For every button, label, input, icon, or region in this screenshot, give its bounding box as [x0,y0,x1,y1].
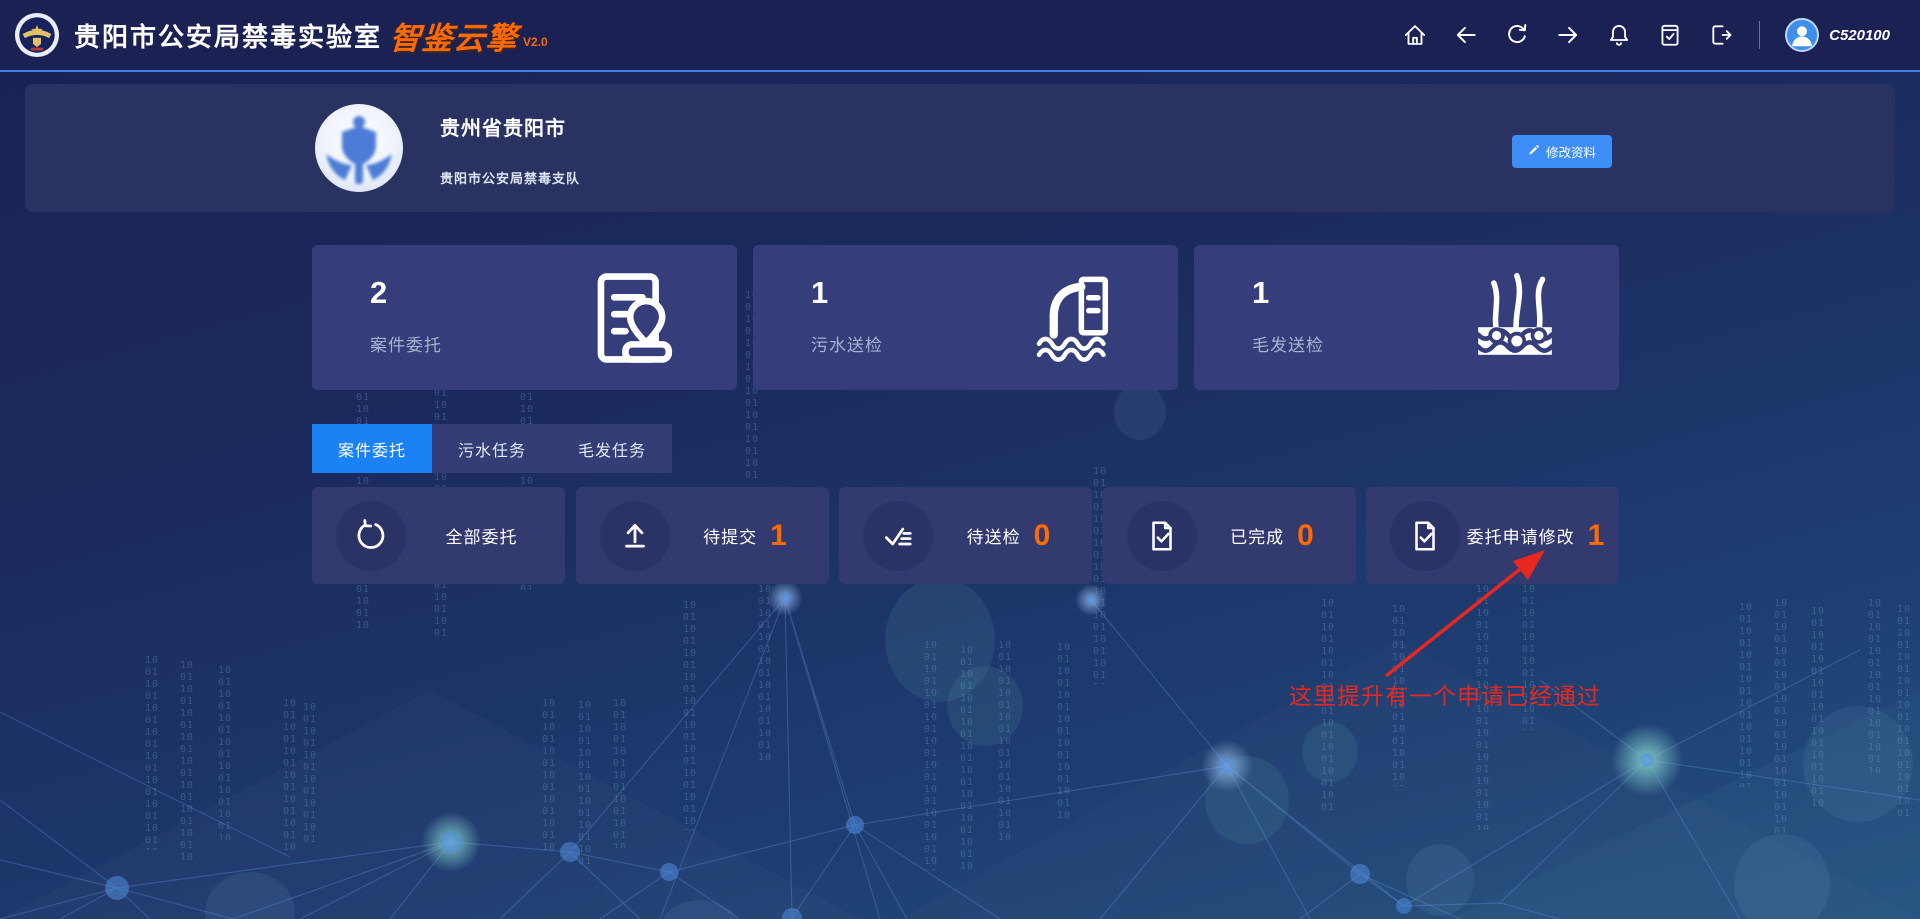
binary-rain-column: 10 01 10 01 10 01 10 01 10 01 10 01 10 0… [681,600,699,830]
stat-card-sewage[interactable]: 1 污水送检 [753,245,1178,390]
user-avatar [1785,18,1819,52]
tab-case-commission[interactable]: 案件委托 [312,424,432,473]
binary-rain-column: 10 01 10 01 10 01 10 01 10 01 10 01 10 0… [143,655,161,850]
todo-check-button[interactable] [1657,22,1683,48]
binary-rain-column: 10 01 10 01 10 01 10 01 10 01 10 01 10 0… [540,698,558,853]
upload-icon [600,501,670,571]
document-check-icon [1390,501,1460,571]
binary-rain-column: 10 01 10 01 10 01 10 01 10 01 10 01 10 0… [1737,602,1755,787]
tab-hair-task[interactable]: 毛发任务 [552,424,672,473]
logout-button[interactable] [1708,22,1734,48]
tab-sewage-task[interactable]: 污水任务 [432,424,552,473]
filter-all-commissions[interactable]: 全部委托 [312,487,565,584]
stat-cards: 2 案件委托 1 污水送检 [312,245,1619,390]
binary-rain-column: 10 01 10 01 10 01 10 01 10 01 10 01 10 0… [996,640,1014,840]
back-button[interactable] [1453,22,1479,48]
checklist-icon [863,501,933,571]
binary-rain-column: 10 01 10 01 10 01 10 01 10 01 10 01 10 0… [756,560,774,760]
filter-pending-inspection[interactable]: 待送检 0 [839,487,1092,584]
filter-label: 委托申请修改 [1467,523,1575,548]
stat-card-hair[interactable]: 1 毛发送检 [1194,245,1619,390]
filter-label: 已完成 [1230,523,1284,548]
brand-area: 贵阳市公安局禁毒实验室 智鉴云擎 V2.0 [14,12,548,58]
filter-count: 1 [1588,521,1605,551]
reset-icon [336,501,406,571]
edit-profile-button[interactable]: 修改资料 [1512,135,1612,168]
stat-value: 1 [1252,275,1269,311]
binary-rain-column: 10 01 10 01 10 01 10 01 10 01 10 01 10 0… [216,665,234,840]
header-divider [1759,21,1760,49]
binary-rain-column: 10 01 10 01 10 01 10 01 10 01 10 01 10 0… [1866,598,1884,773]
profile-region-name: 贵州省贵阳市 [440,112,566,141]
annotation-text: 这里提升有一个申请已经通过 [1289,677,1601,711]
app: 10 01 10 01 10 01 10 01 10 01 10 01 10 0… [0,0,1920,919]
edit-profile-label: 修改资料 [1546,142,1596,161]
version-label: V2.0 [523,35,548,49]
user-menu[interactable]: C520100 [1785,18,1890,52]
profile-avatar [315,104,403,192]
binary-rain-column: 10 01 10 01 10 01 10 01 10 01 10 01 10 0… [1809,606,1827,806]
stat-label: 案件委托 [370,331,442,356]
filter-count: 1 [770,521,787,551]
home-button[interactable] [1402,22,1428,48]
filter-count: 0 [1297,521,1314,551]
forward-button[interactable] [1555,22,1581,48]
stat-value: 2 [370,275,387,311]
case-document-icon [587,269,679,367]
filter-label: 待提交 [703,523,757,548]
filter-completed[interactable]: 已完成 0 [1103,487,1356,584]
stat-label: 毛发送检 [1252,331,1324,356]
header-actions: C520100 [1402,18,1890,52]
stat-card-case[interactable]: 2 案件委托 [312,245,737,390]
document-check-icon [1127,501,1197,571]
profile-panel: 贵州省贵阳市 贵阳市公安局禁毒支队 修改资料 [25,84,1895,212]
binary-rain-column: 10 01 10 01 10 01 10 01 10 01 10 01 10 0… [178,660,196,865]
pencil-icon [1528,144,1540,159]
binary-rain-column: 10 01 10 01 10 01 10 01 10 01 10 01 10 0… [611,698,629,848]
app-title: 贵阳市公安局禁毒实验室 [74,17,382,54]
filter-label: 全部委托 [446,523,518,548]
binary-rain-column: 10 01 10 01 10 01 10 01 10 01 10 01 10 0… [301,702,319,847]
hair-follicle-icon [1469,269,1561,367]
filter-label: 待送检 [967,523,1021,548]
binary-rain-column: 10 01 10 01 10 01 10 01 10 01 10 01 10 0… [281,698,299,853]
filter-commission-modify-request[interactable]: 委托申请修改 1 [1366,487,1619,584]
refresh-button[interactable] [1504,22,1530,48]
filter-count: 0 [1034,521,1051,551]
username: C520100 [1829,27,1890,44]
binary-rain-column: 10 01 10 01 10 01 10 01 10 01 10 01 10 0… [1055,642,1073,822]
filter-pending-submit[interactable]: 待提交 1 [576,487,829,584]
binary-rain-column: 10 01 10 01 10 01 10 01 10 01 10 01 10 0… [1772,598,1790,833]
police-badge-logo [14,12,60,58]
notifications-bell-button[interactable] [1606,22,1632,48]
stat-value: 1 [811,275,828,311]
binary-rain-column: 10 01 10 01 10 01 10 01 10 01 10 01 10 0… [958,645,976,870]
top-header: 贵阳市公安局禁毒实验室 智鉴云擎 V2.0 [0,0,1920,72]
brand-logo-text: 智鉴云擎 [388,13,519,58]
binary-rain-column: 10 01 10 01 10 01 10 01 10 01 10 01 10 0… [922,640,940,870]
binary-rain-column: 10 01 10 01 10 01 10 01 10 01 10 01 10 0… [1895,604,1913,819]
profile-department: 贵阳市公安局禁毒支队 [440,168,580,187]
stat-label: 污水送检 [811,331,883,356]
filter-cards: 全部委托 待提交 1 待送检 [312,487,1619,584]
task-tabs: 案件委托 污水任务 毛发任务 [312,424,672,473]
sewage-pipe-icon [1028,269,1120,367]
binary-rain-column: 10 01 10 01 10 01 10 01 10 01 10 01 10 0… [576,700,594,865]
